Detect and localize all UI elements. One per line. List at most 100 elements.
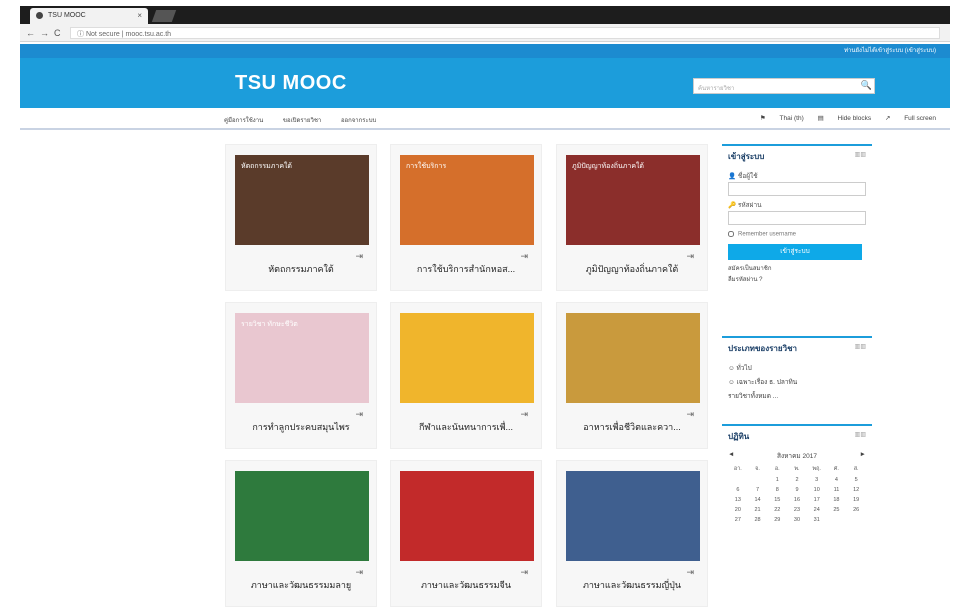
course-title[interactable]: ภาษาและวัฒนธรรมจีน bbox=[391, 578, 541, 592]
forgot-password-link[interactable]: ลืมรหัสผ่าน ? bbox=[722, 273, 872, 284]
course-image[interactable] bbox=[566, 471, 700, 561]
calendar-day[interactable]: 7 bbox=[748, 487, 768, 493]
previous-month-icon[interactable]: ◄ bbox=[728, 451, 734, 461]
calendar-day[interactable]: 5 bbox=[846, 477, 866, 483]
course-title[interactable]: การทำลูกประคบสมุนไพร bbox=[226, 420, 376, 434]
calendar-day[interactable]: 6 bbox=[728, 487, 748, 493]
course-card[interactable]: ภูมิปัญญาท้องถิ่นภาคใต้ ⇥ ภูมิปัญญาท้องถิ่… bbox=[556, 144, 708, 291]
calendar-day[interactable]: 31 bbox=[807, 517, 827, 523]
calendar-day[interactable]: 30 bbox=[787, 517, 807, 523]
category-item[interactable]: ☺ เฉพาะเรื่อง ธ. ปลาทิน bbox=[722, 373, 872, 387]
calendar-day[interactable]: 24 bbox=[807, 507, 827, 513]
logo[interactable]: TSU MOOC bbox=[235, 72, 347, 95]
course-image[interactable] bbox=[400, 471, 534, 561]
reload-icon[interactable]: C bbox=[54, 28, 61, 38]
calendar-day[interactable]: 2 bbox=[787, 477, 807, 483]
calendar-day[interactable]: 16 bbox=[787, 497, 807, 503]
new-tab-button[interactable] bbox=[151, 10, 177, 22]
language-select[interactable]: ⚑ Thai (th) bbox=[760, 115, 804, 122]
course-title[interactable]: หัตถกรรมภาคใต้ bbox=[226, 262, 376, 276]
course-title[interactable]: ภูมิปัญญาท้องถิ่นภาคใต้ bbox=[557, 262, 707, 276]
calendar-day[interactable]: 8 bbox=[767, 487, 787, 493]
next-month-icon[interactable]: ► bbox=[860, 451, 866, 461]
calendar-day[interactable]: 20 bbox=[728, 507, 748, 513]
back-icon[interactable]: ← bbox=[26, 28, 35, 38]
calendar-day[interactable]: 25 bbox=[827, 507, 847, 513]
course-card[interactable]: ⇥ ภาษาและวัฒนธรรมญี่ปุ่น bbox=[556, 460, 708, 607]
enrol-icon[interactable]: ⇥ bbox=[520, 251, 528, 262]
forward-icon[interactable]: → bbox=[40, 28, 49, 38]
search-input[interactable]: ค้นหารายวิชา 🔍 bbox=[693, 78, 875, 94]
course-card[interactable]: ⇥ อาหารเพื่อชีวิตและควา... bbox=[556, 302, 708, 449]
course-card[interactable]: ⇥ ภาษาและวัฒนธรรมมลายู bbox=[225, 460, 377, 607]
enrol-icon[interactable]: ⇥ bbox=[520, 409, 528, 420]
calendar-day[interactable]: 12 bbox=[846, 487, 866, 493]
calendar-day[interactable]: 19 bbox=[846, 497, 866, 503]
search-icon[interactable]: 🔍 bbox=[861, 80, 872, 91]
course-image[interactable]: หัตถกรรมภาคใต้ bbox=[235, 155, 369, 245]
enrol-icon[interactable]: ⇥ bbox=[355, 251, 363, 262]
course-card[interactable]: ⇥ กีฬาและนันทนาการเพื่... bbox=[390, 302, 542, 449]
panel-controls-icon[interactable]: ▥▥ bbox=[855, 151, 866, 158]
course-image[interactable]: การใช้บริการ bbox=[400, 155, 534, 245]
all-categories-link[interactable]: รายวิชาทั้งหมด ... bbox=[722, 387, 872, 401]
course-card[interactable]: ⇥ ภาษาและวัฒนธรรมจีน bbox=[390, 460, 542, 607]
calendar-day[interactable]: 26 bbox=[846, 507, 866, 513]
calendar-day[interactable]: 28 bbox=[748, 517, 768, 523]
course-title[interactable]: ภาษาและวัฒนธรรมญี่ปุ่น bbox=[557, 578, 707, 592]
calendar-day[interactable]: 27 bbox=[728, 517, 748, 523]
full-screen-button[interactable]: ↗ Full screen bbox=[885, 115, 936, 122]
nav-request[interactable]: ขอเปิดรายวิชา bbox=[283, 118, 321, 124]
nav-manual[interactable]: คู่มือการใช้งาน bbox=[224, 118, 263, 124]
close-icon[interactable]: × bbox=[137, 11, 142, 20]
enrol-icon[interactable]: ⇥ bbox=[355, 567, 363, 578]
course-title[interactable]: ภาษาและวัฒนธรรมมลายู bbox=[226, 578, 376, 592]
calendar-day[interactable]: 9 bbox=[787, 487, 807, 493]
calendar-day[interactable]: 15 bbox=[767, 497, 787, 503]
enrol-icon[interactable]: ⇥ bbox=[686, 409, 694, 420]
calendar-month[interactable]: สิงหาคม 2017 bbox=[777, 451, 817, 461]
enrol-icon[interactable]: ⇥ bbox=[686, 567, 694, 578]
calendar-day[interactable]: 23 bbox=[787, 507, 807, 513]
calendar-day[interactable]: 17 bbox=[807, 497, 827, 503]
login-button[interactable]: เข้าสู่ระบบ bbox=[728, 243, 862, 260]
password-field[interactable] bbox=[728, 211, 866, 225]
panel-controls-icon[interactable]: ▥▥ bbox=[855, 343, 866, 350]
course-title[interactable]: การใช้บริการสำนักหอส... bbox=[391, 262, 541, 276]
calendar-day[interactable]: 10 bbox=[807, 487, 827, 493]
calendar-day[interactable]: 21 bbox=[748, 507, 768, 513]
course-card[interactable]: หัตถกรรมภาคใต้ ⇥ หัตถกรรมภาคใต้ bbox=[225, 144, 377, 291]
calendar-day[interactable]: 22 bbox=[767, 507, 787, 513]
signup-link[interactable]: สมัครเป็นสมาชิก bbox=[722, 260, 872, 273]
course-image[interactable]: ภูมิปัญญาท้องถิ่นภาคใต้ bbox=[566, 155, 700, 245]
calendar-day[interactable]: 3 bbox=[807, 477, 827, 483]
category-item[interactable]: ☺ ทั่วไป bbox=[722, 359, 872, 373]
course-image[interactable] bbox=[566, 313, 700, 403]
remember-checkbox[interactable] bbox=[728, 231, 734, 237]
browser-tab[interactable]: TSU MOOC × bbox=[30, 8, 148, 24]
enrol-icon[interactable]: ⇥ bbox=[355, 409, 363, 420]
hide-blocks-button[interactable]: ▤ Hide blocks bbox=[818, 115, 872, 122]
url-field[interactable]: ⓘ Not secure | mooc.tsu.ac.th bbox=[70, 27, 940, 39]
calendar-day[interactable]: 1 bbox=[767, 477, 787, 483]
nav-logout[interactable]: ออกจากระบบ bbox=[341, 118, 376, 124]
course-image[interactable] bbox=[235, 471, 369, 561]
enrol-icon[interactable]: ⇥ bbox=[520, 567, 528, 578]
calendar-day[interactable]: 29 bbox=[767, 517, 787, 523]
panel-controls-icon[interactable]: ▥▥ bbox=[855, 431, 866, 438]
course-title[interactable]: อาหารเพื่อชีวิตและควา... bbox=[557, 420, 707, 434]
course-card[interactable]: รายวิชา ทักษะชีวิต ⇥ การทำลูกประคบสมุนไพร bbox=[225, 302, 377, 449]
calendar-day[interactable]: 11 bbox=[827, 487, 847, 493]
calendar-day[interactable]: 4 bbox=[827, 477, 847, 483]
remember-username[interactable]: Remember username bbox=[722, 225, 872, 238]
username-field[interactable] bbox=[728, 182, 866, 196]
calendar-day[interactable]: 13 bbox=[728, 497, 748, 503]
calendar-day[interactable]: 14 bbox=[748, 497, 768, 503]
top-login-link[interactable]: ท่านยังไม่ได้เข้าสู่ระบบ (เข้าสู่ระบบ) bbox=[20, 44, 950, 58]
enrol-icon[interactable]: ⇥ bbox=[686, 251, 694, 262]
calendar-day[interactable]: 18 bbox=[827, 497, 847, 503]
course-title[interactable]: กีฬาและนันทนาการเพื่... bbox=[391, 420, 541, 434]
course-image[interactable] bbox=[400, 313, 534, 403]
course-card[interactable]: การใช้บริการ ⇥ การใช้บริการสำนักหอส... bbox=[390, 144, 542, 291]
course-image[interactable]: รายวิชา ทักษะชีวิต bbox=[235, 313, 369, 403]
